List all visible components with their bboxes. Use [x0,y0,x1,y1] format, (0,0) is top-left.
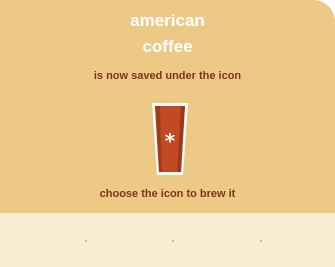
page-dot-1 [85,240,87,242]
drink-name-line-1: american [130,11,205,30]
coffee-cup-icon[interactable]: * [150,101,190,179]
page-indicator-bar [0,213,335,267]
coffee-saved-screen: american coffee is now saved under the i… [0,0,335,267]
page-dot-3 [260,240,262,242]
main-panel: american coffee is now saved under the i… [0,0,335,267]
asterisk-icon: * [165,129,176,153]
saved-message: is now saved under the icon [93,70,242,82]
brew-instruction: choose the icon to brew it [99,188,236,200]
page-dot-2 [172,240,174,242]
drink-name-line-2: coffee [142,37,193,56]
